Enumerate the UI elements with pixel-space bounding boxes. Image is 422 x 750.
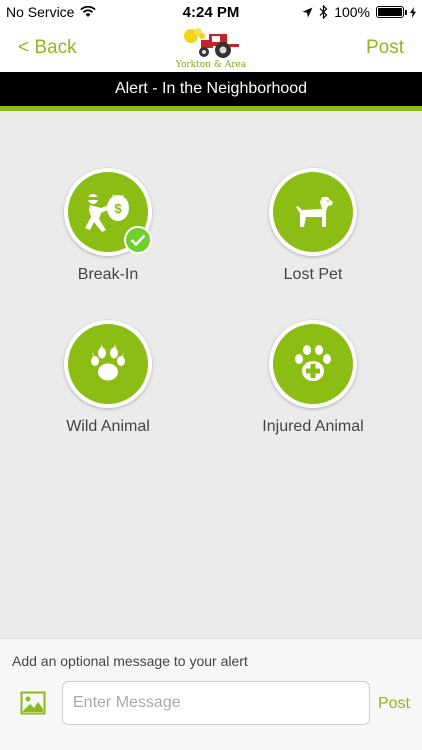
nav-bar: < Back Yorkton & Area Post (0, 24, 422, 72)
bluetooth-icon (319, 5, 328, 19)
option-injured-animal[interactable]: Injured Animal (223, 320, 403, 436)
paw-icon (91, 344, 125, 381)
message-input[interactable] (62, 681, 370, 725)
status-bar: No Service 4:24 PM 100% (0, 0, 422, 24)
send-button[interactable]: Post (378, 695, 410, 713)
page-title: Alert - In the Neighborhood (0, 72, 422, 106)
option-label: Break-In (77, 266, 139, 283)
option-circle (269, 168, 357, 256)
option-circle (269, 320, 357, 408)
selected-check-icon (124, 226, 152, 254)
option-label: Lost Pet (283, 266, 343, 283)
battery-icon (376, 6, 407, 18)
option-lost-pet[interactable]: Lost Pet (223, 168, 403, 284)
back-button[interactable]: < Back (18, 37, 77, 59)
option-wild-animal[interactable]: Wild Animal (18, 320, 198, 436)
option-circle (64, 320, 152, 408)
tractor-logo-icon (184, 28, 239, 58)
post-button[interactable]: Post (366, 37, 404, 59)
option-circle: $ (64, 168, 152, 256)
app-logo: Yorkton & Area (171, 26, 251, 70)
alert-type-grid: $ Break-In Lost Pet Wild Animal Injured … (0, 111, 422, 638)
message-composer: Add an optional message to your alert Po… (0, 638, 422, 750)
option-label: Wild Animal (66, 418, 150, 435)
logo-text: Yorkton & Area (175, 60, 247, 70)
option-label: Injured Animal (262, 418, 364, 435)
burglar-icon: $ (85, 194, 129, 232)
charging-bolt-icon (410, 6, 416, 18)
svg-text:$: $ (114, 201, 122, 216)
message-hint: Add an optional message to your alert (12, 653, 248, 669)
image-icon (20, 691, 46, 715)
location-arrow-icon (302, 7, 313, 17)
paw-cross-icon (295, 345, 331, 381)
dog-icon (296, 197, 333, 227)
attach-image-button[interactable] (20, 691, 46, 715)
option-break-in[interactable]: $ Break-In (18, 168, 198, 284)
battery-percent: 100% (334, 4, 370, 20)
